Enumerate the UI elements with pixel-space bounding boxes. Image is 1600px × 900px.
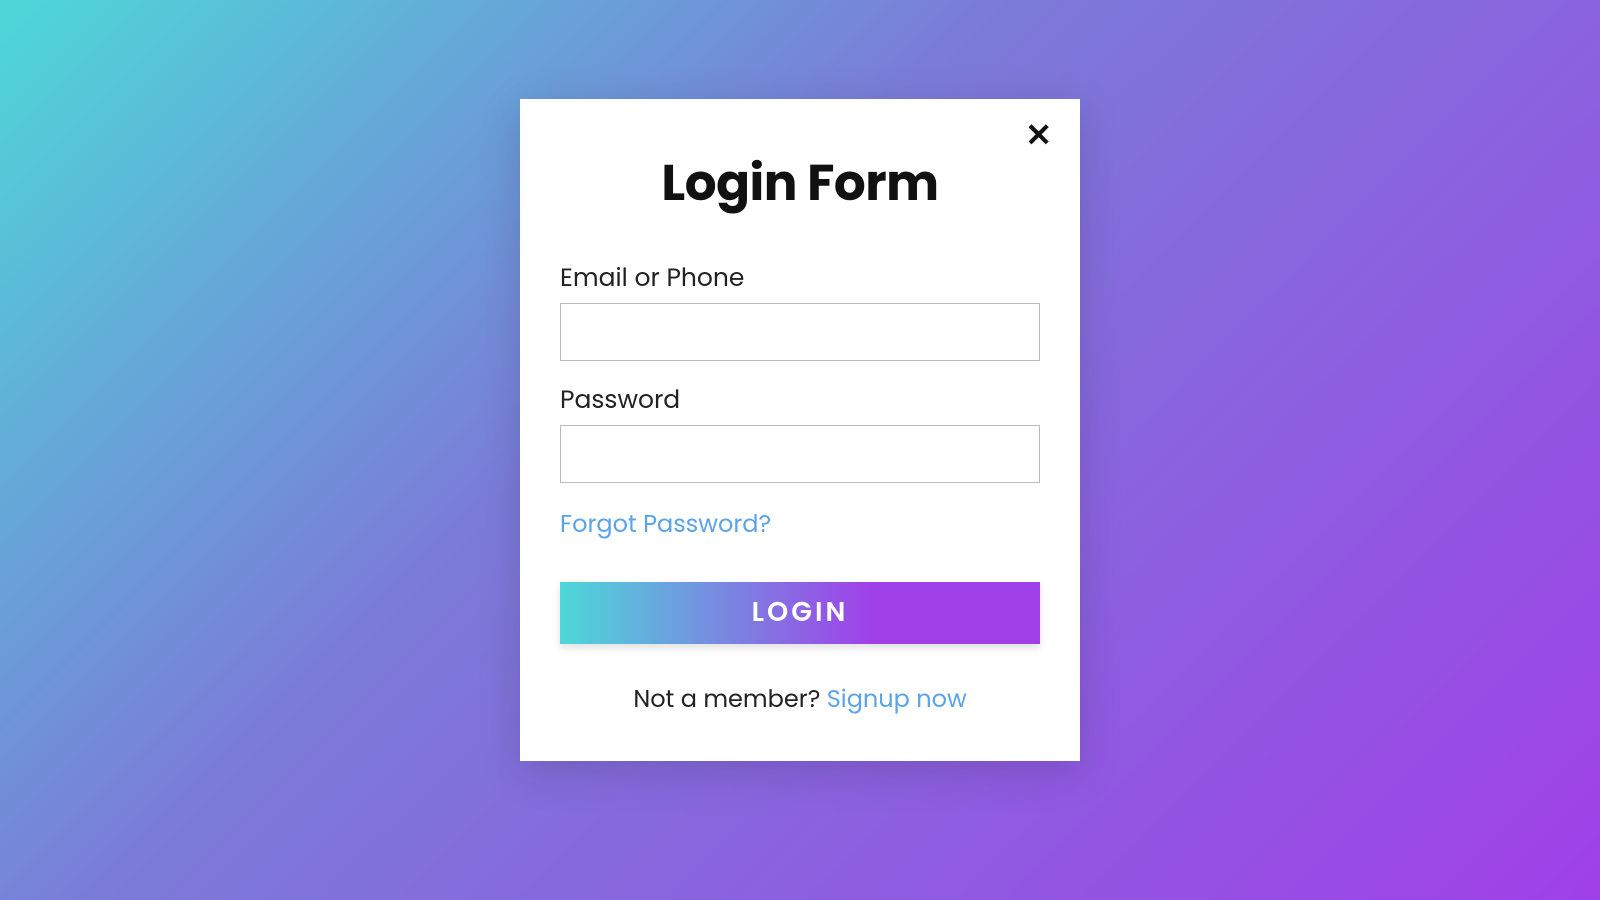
- close-button[interactable]: ✕: [1025, 119, 1052, 151]
- identity-field-group: Email or Phone: [560, 259, 1040, 361]
- password-input[interactable]: [560, 425, 1040, 483]
- identity-input[interactable]: [560, 303, 1040, 361]
- login-modal: ✕ Login Form Email or Phone Password For…: [520, 99, 1080, 761]
- login-button[interactable]: LOGIN: [560, 582, 1040, 644]
- signup-link[interactable]: Signup now: [827, 683, 967, 716]
- signup-prompt-row: Not a member? Signup now: [560, 682, 1040, 717]
- modal-title: Login Form: [560, 145, 1040, 221]
- identity-label: Email or Phone: [560, 259, 1040, 297]
- forgot-password-link[interactable]: Forgot Password?: [560, 507, 771, 542]
- close-icon: ✕: [1025, 117, 1052, 153]
- password-field-group: Password: [560, 381, 1040, 483]
- signup-prompt-text: Not a member?: [633, 683, 826, 716]
- password-label: Password: [560, 381, 1040, 419]
